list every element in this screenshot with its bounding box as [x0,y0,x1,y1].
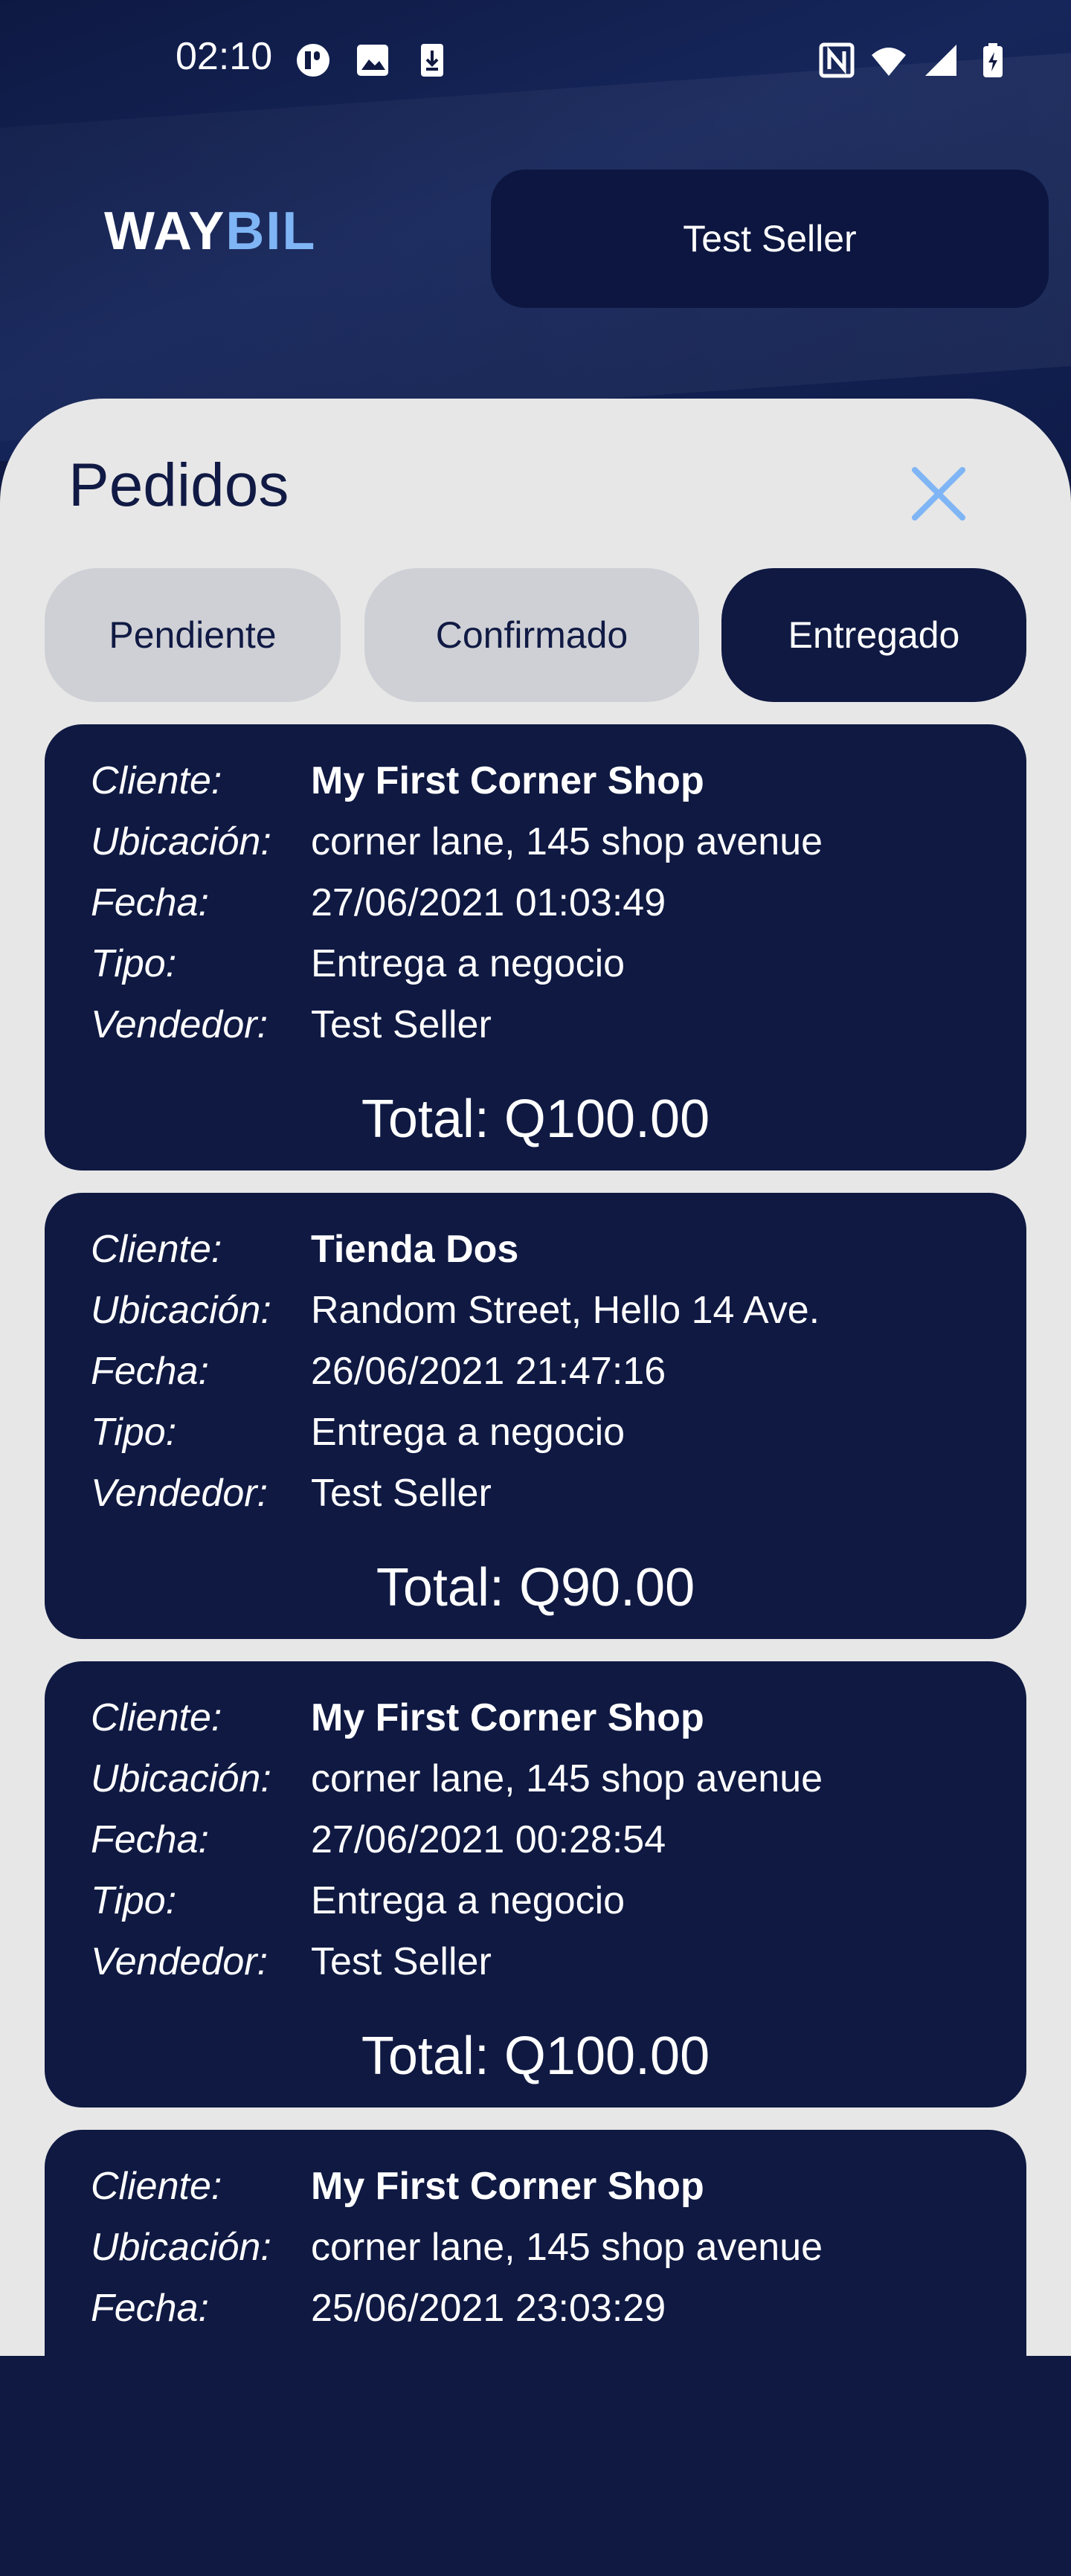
fecha-label: Fecha: [91,1818,209,1861]
ubicacion-label: Ubicación: [91,1757,271,1800]
ubicacion-value: corner lane, 145 shop avenue [311,1757,823,1800]
fecha-label: Fecha: [91,2287,209,2330]
signal-icon [925,45,956,76]
vendedor-value: Test Seller [311,1472,492,1515]
fecha-value: 27/06/2021 00:28:54 [311,1818,666,1861]
tipo-value: Entrega a negocio [311,942,625,985]
tipo-label: Tipo: [91,942,177,985]
order-total: Total: Q90.00 [45,1557,1026,1618]
tab-pendiente[interactable]: Pendiente [45,568,341,702]
tab-confirmado[interactable]: Confirmado [364,568,699,702]
fecha-label: Fecha: [91,1350,209,1393]
nfc-icon [819,42,855,78]
tab-entregado[interactable]: Entregado [721,568,1026,702]
fecha-value: 25/06/2021 23:03:29 [311,2287,666,2330]
cliente-label: Cliente: [91,759,222,802]
ubicacion-value: corner lane, 145 shop avenue [311,820,823,863]
vendedor-value: Test Seller [311,1003,492,1046]
tipo-label: Tipo: [91,1411,177,1454]
status-bar: 02:10 [0,0,1071,120]
cliente-value: Tienda Dos [311,1228,519,1271]
seller-button[interactable]: Test Seller [491,170,1049,308]
battery-charging-icon [983,43,1003,77]
page-title: Pedidos [68,451,289,519]
total-value: Q100.00 [504,2026,710,2086]
cliente-value: My First Corner Shop [311,759,704,802]
waybil-logo: WAYBIL [104,201,316,262]
cliente-label: Cliente: [91,1228,222,1271]
total-label: Total: [361,1089,489,1149]
ubicacion-value: Random Street, Hello 14 Ave. [311,1289,820,1332]
record-icon [297,44,329,77]
cliente-value: My First Corner Shop [311,2165,704,2208]
vendedor-value: Test Seller [311,1940,492,1983]
tipo-label: Tipo: [91,1879,177,1922]
close-icon[interactable] [901,457,976,531]
order-card[interactable]: Cliente: My First Corner Shop Ubicación:… [45,1661,1026,2108]
total-value: Q90.00 [518,1558,695,1617]
order-card[interactable]: Cliente: Tienda Dos Ubicación: Random St… [45,1193,1026,1639]
vendedor-label: Vendedor: [91,1940,268,1983]
logo-text-bil: BIL [225,202,317,261]
order-total: Total: Q100.00 [45,1089,1026,1150]
fecha-value: 27/06/2021 01:03:49 [311,881,666,924]
ubicacion-value: corner lane, 145 shop avenue [311,2226,823,2269]
fecha-label: Fecha: [91,881,209,924]
total-label: Total: [376,1558,504,1617]
logo-text-way: WAY [104,202,226,261]
ubicacion-label: Ubicación: [91,1289,271,1332]
cliente-value: My First Corner Shop [311,1696,704,1739]
cliente-label: Cliente: [91,1696,222,1739]
total-value: Q100.00 [504,1089,710,1149]
cliente-label: Cliente: [91,2165,222,2208]
status-time: 02:10 [176,35,273,78]
ubicacion-label: Ubicación: [91,2226,271,2269]
status-tabs: Pendiente Confirmado Entregado [45,568,1026,702]
total-label: Total: [361,2026,489,2086]
vendedor-label: Vendedor: [91,1472,268,1515]
order-card[interactable]: Cliente: My First Corner Shop Ubicación:… [45,724,1026,1171]
vendedor-label: Vendedor: [91,1003,268,1046]
tipo-value: Entrega a negocio [311,1411,625,1454]
download-icon [421,44,443,77]
order-total: Total: Q100.00 [45,2026,1026,2087]
order-card[interactable]: Cliente: My First Corner Shop Ubicación:… [45,2130,1026,2576]
orders-sheet: Pedidos Pendiente Confirmado Entregado C… [0,399,1071,2576]
fecha-value: 26/06/2021 21:47:16 [311,1350,666,1393]
wifi-icon [872,48,906,76]
app-header: 02:10 WAYBIL Test Seller [0,0,1071,461]
image-icon [357,45,388,76]
tipo-value: Entrega a negocio [311,1879,625,1922]
ubicacion-label: Ubicación: [91,820,271,863]
